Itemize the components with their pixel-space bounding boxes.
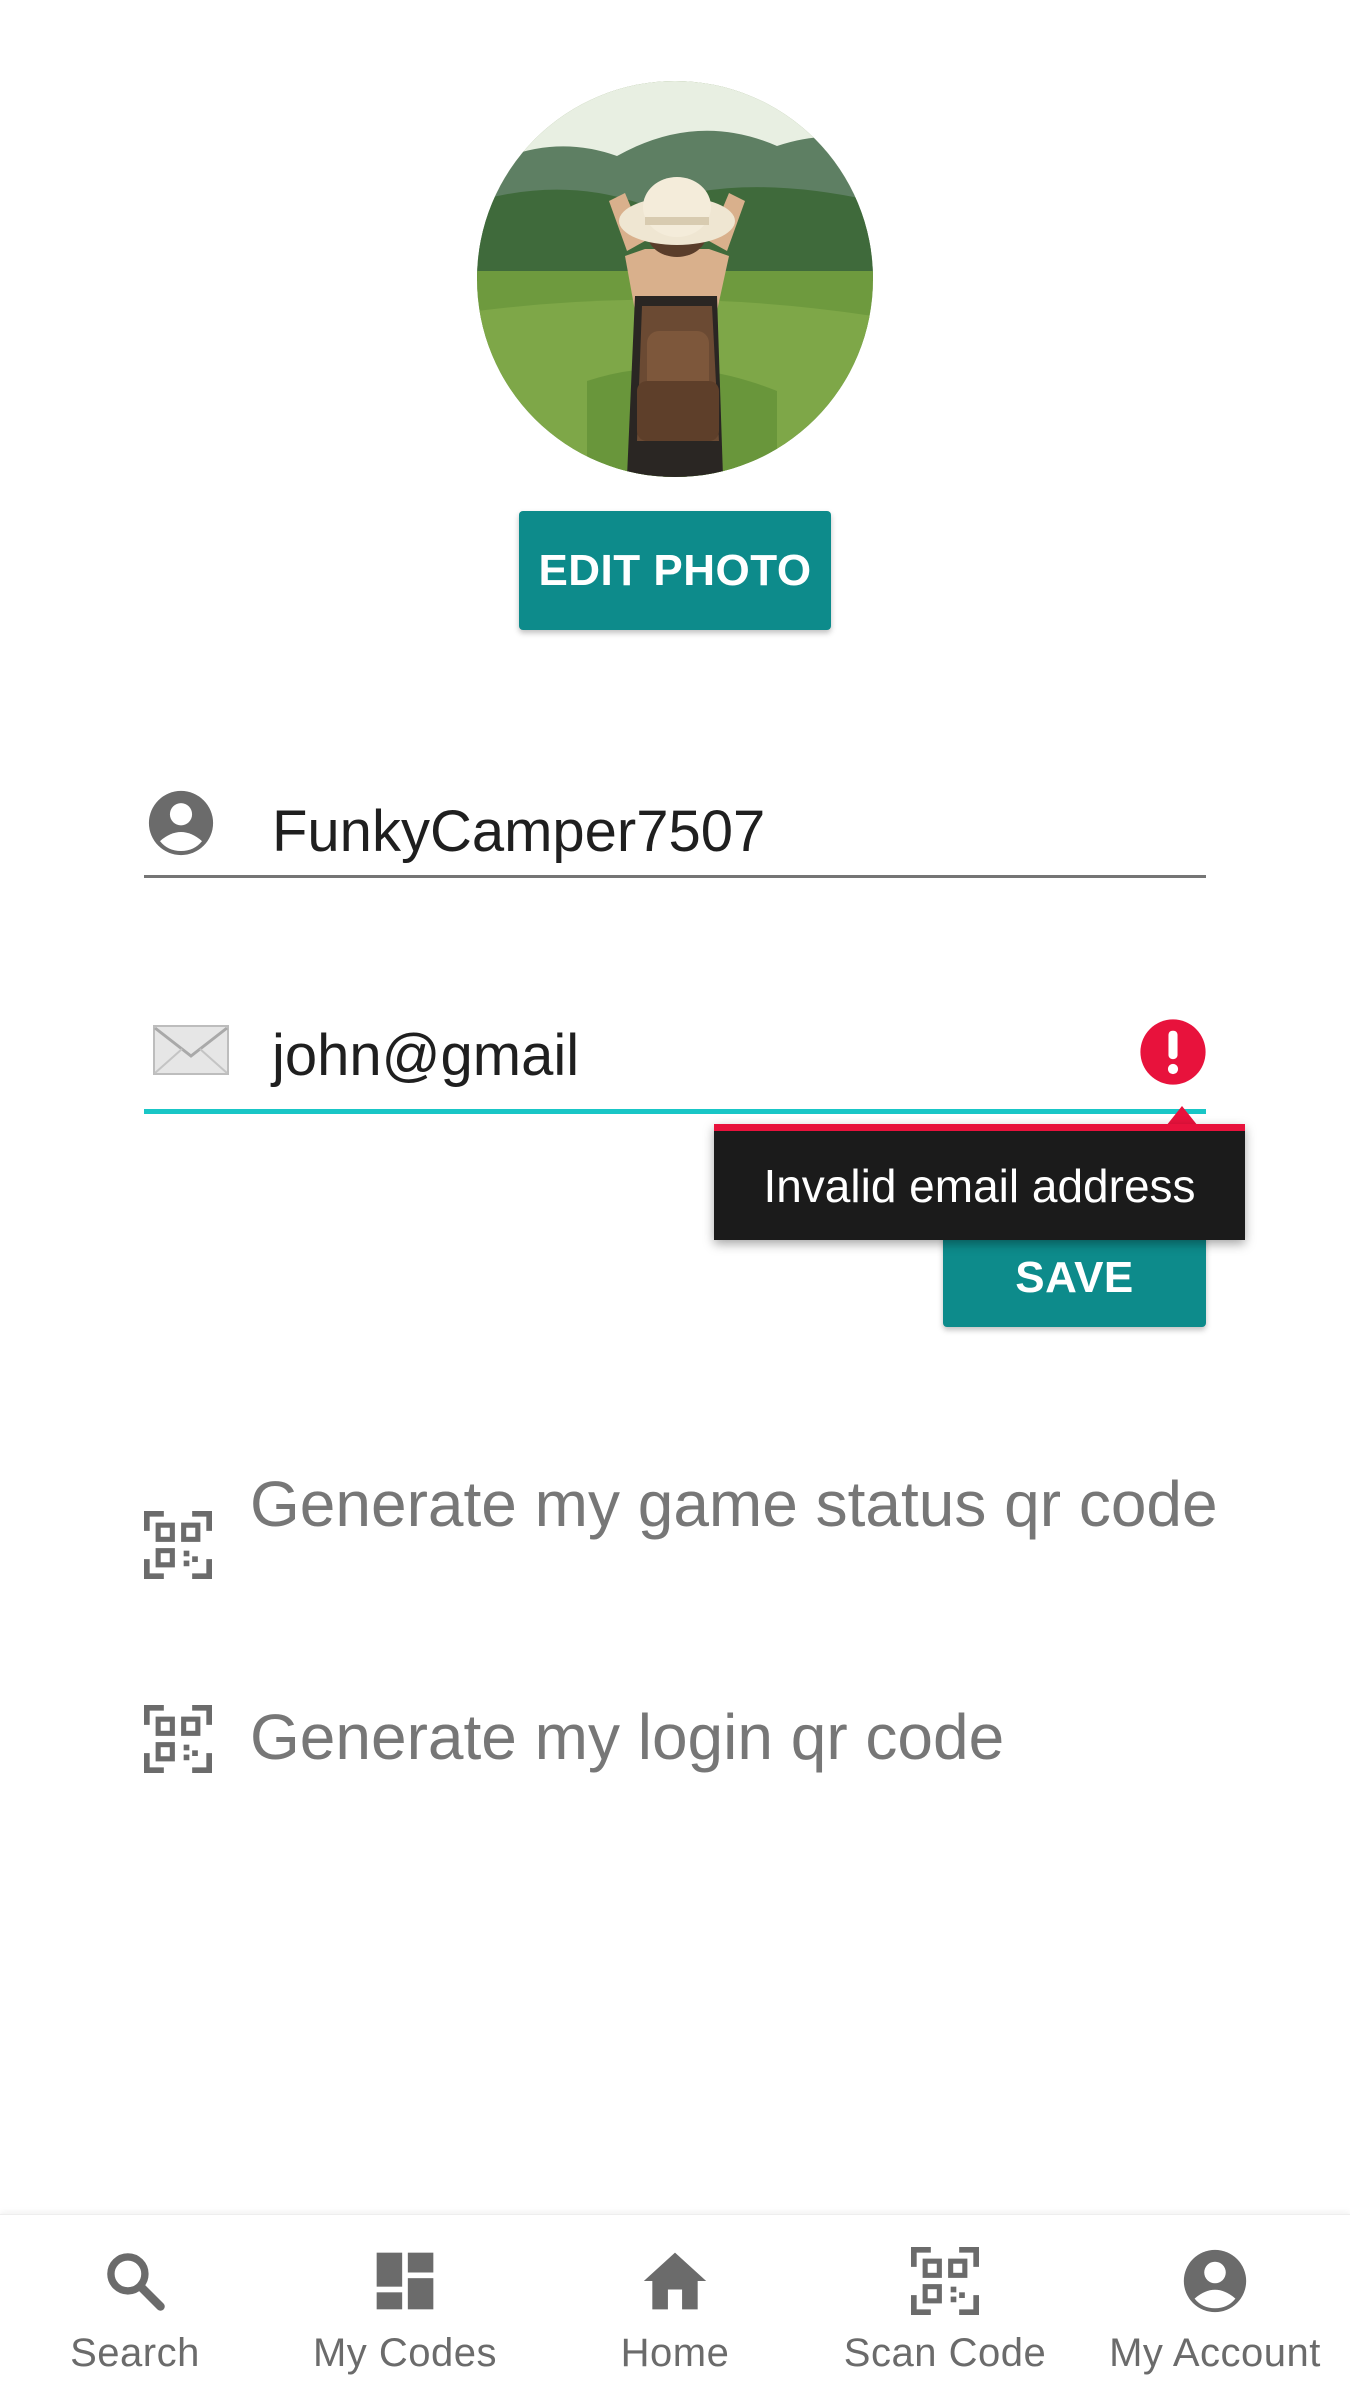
bottom-navigation: Search My Codes Home Scan Code My Accoun… <box>0 2214 1350 2400</box>
generate-game-status-qr-label: Generate my game status qr code <box>250 1468 1218 1540</box>
qr-scan-icon <box>911 2247 979 2315</box>
home-icon <box>643 2252 707 2310</box>
search-icon <box>107 2253 165 2311</box>
generate-login-qr[interactable]: Generate my login qr code <box>144 1699 1230 1776</box>
account-circle-icon <box>1183 2249 1247 2313</box>
nav-label-my-account: My Account <box>1109 2331 1321 2375</box>
generate-login-qr-label: Generate my login qr code <box>250 1701 1005 1773</box>
email-error-text: Invalid email address <box>763 1159 1196 1212</box>
tooltip-arrow <box>1166 1106 1198 1126</box>
email-error-tooltip: Invalid email address <box>714 1124 1245 1240</box>
qr-code-icon <box>144 1705 212 1773</box>
nav-label-search: Search <box>70 2331 200 2375</box>
mail-icon <box>153 1025 229 1075</box>
error-icon[interactable] <box>1139 1018 1207 1086</box>
nav-label-home: Home <box>620 2331 730 2375</box>
nav-item-my-account[interactable]: My Account <box>1080 2215 1350 2400</box>
nav-item-my-codes[interactable]: My Codes <box>270 2215 540 2400</box>
nav-item-scan-code[interactable]: Scan Code <box>810 2215 1080 2400</box>
email-input[interactable]: john@gmail <box>272 1022 579 1089</box>
save-button-label: SAVE <box>1015 1252 1134 1302</box>
generate-game-status-qr[interactable]: Generate my game status qr code <box>144 1466 1230 1579</box>
nav-label-scan-code: Scan Code <box>843 2331 1047 2375</box>
profile-photo-image <box>477 81 873 477</box>
email-underline <box>144 1109 1206 1114</box>
email-field[interactable]: john@gmail <box>144 1000 1206 1114</box>
username-input[interactable]: FunkyCamper7507 <box>272 798 765 865</box>
nav-item-home[interactable]: Home <box>540 2215 810 2400</box>
qr-code-icon <box>144 1511 212 1579</box>
username-underline <box>144 875 1206 878</box>
profile-photo <box>477 81 873 477</box>
dashboard-icon <box>376 2252 434 2310</box>
edit-photo-button[interactable]: EDIT PHOTO <box>519 511 831 630</box>
username-field[interactable]: FunkyCamper7507 <box>144 770 1206 878</box>
nav-label-my-codes: My Codes <box>312 2331 498 2375</box>
nav-item-search[interactable]: Search <box>0 2215 270 2400</box>
account-circle-icon <box>148 790 214 856</box>
